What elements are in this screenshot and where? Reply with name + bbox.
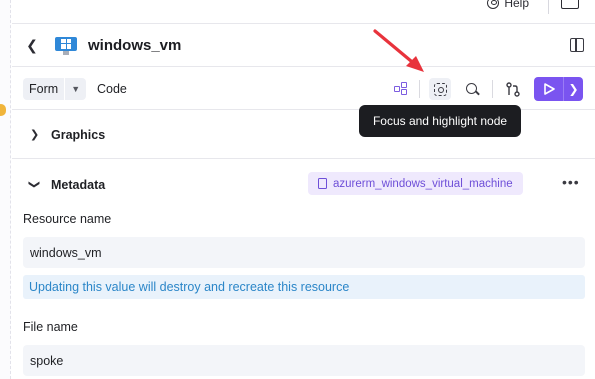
status-dot xyxy=(0,104,6,116)
resource-name-warning: Updating this value will destroy and rec… xyxy=(23,275,585,299)
node-header: ❮ windows_vm xyxy=(12,25,595,67)
section-metadata: ❯ Metadata azurerm_windows_virtual_machi… xyxy=(12,160,595,379)
back-icon: ❮ xyxy=(26,37,38,53)
help-icon xyxy=(487,0,500,9)
section-graphics[interactable]: ❯ Graphics xyxy=(12,111,595,159)
section-title[interactable]: Metadata xyxy=(51,178,105,192)
chevron-right-icon: ❯ xyxy=(568,82,579,96)
play-icon xyxy=(543,83,555,95)
document-icon xyxy=(318,178,327,189)
chevron-down-icon[interactable]: ❯ xyxy=(28,180,41,189)
code-tab[interactable]: Code xyxy=(97,82,127,96)
annotation-arrow xyxy=(373,29,424,72)
inbox-icon[interactable] xyxy=(561,0,579,9)
topbar-divider xyxy=(548,0,549,14)
help-link[interactable]: Help xyxy=(487,0,529,10)
panel-toggle-icon[interactable] xyxy=(570,38,584,52)
toolbar: Form ▼ Code ❯ xyxy=(12,68,595,110)
more-icon[interactable]: ••• xyxy=(562,174,580,190)
section-title: Graphics xyxy=(51,128,106,142)
left-gutter xyxy=(0,0,11,379)
page-title: windows_vm xyxy=(88,37,182,54)
run-button-group: ❯ xyxy=(534,77,583,101)
toolbar-divider xyxy=(419,80,420,98)
file-name-input[interactable]: spoke xyxy=(23,345,585,376)
top-bar: Help xyxy=(12,0,595,24)
branch-icon[interactable] xyxy=(502,78,524,100)
file-name-label: File name xyxy=(23,320,78,334)
resource-type-label: azurerm_windows_virtual_machine xyxy=(333,177,513,190)
resource-name-input[interactable]: windows_vm xyxy=(23,237,585,268)
toolbar-divider xyxy=(492,80,493,98)
chevron-right-icon: ❯ xyxy=(30,129,40,141)
back-button[interactable]: ❮ xyxy=(22,36,42,56)
graph-icon[interactable] xyxy=(390,78,412,100)
focus-icon[interactable] xyxy=(429,78,451,100)
windows-vm-icon xyxy=(55,36,77,55)
form-tab[interactable]: Form xyxy=(23,78,64,100)
search-icon[interactable] xyxy=(461,78,483,100)
chevron-down-icon[interactable]: ▼ xyxy=(64,78,86,100)
view-mode-select[interactable]: Form ▼ xyxy=(23,78,87,100)
resource-name-label: Resource name xyxy=(23,212,112,226)
run-button[interactable] xyxy=(534,77,563,101)
help-label: Help xyxy=(504,0,529,10)
run-options-button[interactable]: ❯ xyxy=(563,77,583,101)
resource-type-badge[interactable]: azurerm_windows_virtual_machine xyxy=(308,172,523,195)
